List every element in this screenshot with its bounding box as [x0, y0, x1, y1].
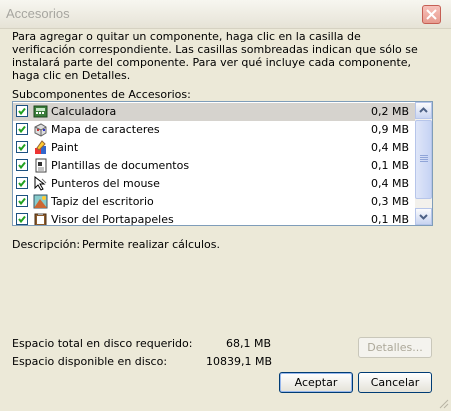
list-item[interactable]: Paint 0,4 MB [13, 139, 415, 157]
checkmark-icon [18, 143, 26, 151]
item-name: Visor del Portapapeles [51, 213, 174, 226]
scroll-up-button[interactable] [415, 102, 432, 119]
list-item[interactable]: Calculadora 0,2 MB [13, 103, 415, 121]
grip-line [420, 155, 428, 156]
list-item[interactable]: Visor del Portapapeles 0,1 MB [13, 211, 415, 226]
item-checkbox[interactable] [16, 159, 28, 171]
item-name: Tapiz del escritorio [51, 195, 154, 208]
wallpaper-icon [33, 194, 48, 209]
close-icon [426, 9, 437, 20]
list-item[interactable]: Tapiz del escritorio 0,3 MB [13, 193, 415, 211]
item-checkbox[interactable] [16, 195, 28, 207]
disk-available-label: Espacio disponible en disco: [12, 355, 168, 368]
vertical-scrollbar[interactable] [415, 102, 432, 225]
checkmark-icon [18, 161, 26, 169]
chevron-down-icon [419, 214, 428, 220]
mouse-pointer-icon [34, 176, 47, 191]
disk-required-value: 68,1 MB [226, 337, 272, 350]
accept-button[interactable]: Aceptar [279, 372, 353, 393]
item-name: Paint [51, 141, 79, 154]
title-bar: Accesorios [0, 0, 451, 29]
checkmark-icon [18, 125, 26, 133]
grip-line [420, 159, 428, 160]
list-item[interactable]: Plantillas de documentos 0,1 MB [13, 157, 415, 175]
document-template-icon [35, 158, 47, 173]
item-size: 0,4 MB [370, 177, 409, 190]
calculator-icon [33, 105, 48, 118]
clipboard-icon [34, 213, 47, 225]
item-size: 0,4 MB [370, 141, 409, 154]
item-name: Punteros del mouse [51, 177, 160, 190]
item-size: 0,9 MB [370, 123, 409, 136]
disk-required-label: Espacio total en disco requerido: [12, 337, 193, 350]
checkmark-icon [18, 215, 26, 223]
close-button[interactable] [422, 5, 441, 24]
subcomponents-list[interactable]: Calculadora 0,2 MB Mapa de caracteres 0,… [12, 101, 433, 226]
item-checkbox[interactable] [16, 105, 28, 117]
item-size: 0,2 MB [370, 105, 409, 118]
paint-icon [35, 140, 46, 154]
cancel-button[interactable]: Cancelar [358, 372, 432, 393]
list-item[interactable]: Mapa de caracteres 0,9 MB [13, 121, 415, 139]
character-map-icon [34, 123, 47, 137]
grip-line [420, 157, 428, 158]
checkmark-icon [18, 179, 26, 187]
item-checkbox[interactable] [16, 123, 28, 135]
item-checkbox[interactable] [16, 141, 28, 153]
item-name: Plantillas de documentos [51, 159, 190, 172]
scroll-down-button[interactable] [415, 208, 432, 225]
item-name: Calculadora [51, 105, 117, 118]
item-checkbox[interactable] [16, 213, 28, 225]
details-button[interactable]: Detalles... [358, 337, 432, 358]
disk-available-value: 10839,1 MB [206, 355, 273, 368]
description-value: Permite realizar cálculos. [82, 238, 220, 251]
resize-grip-icon[interactable] [439, 399, 449, 409]
scroll-thumb[interactable] [415, 120, 432, 199]
item-size: 0,1 MB [370, 213, 409, 226]
checkmark-icon [18, 197, 26, 205]
item-size: 0,1 MB [370, 159, 409, 172]
description-label: Descripción: [12, 238, 81, 251]
item-checkbox[interactable] [16, 177, 28, 189]
chevron-up-icon [419, 107, 428, 113]
checkmark-icon [18, 107, 26, 115]
item-size: 0,3 MB [370, 195, 409, 208]
grip-line [420, 161, 428, 162]
subcomponents-label: Subcomponentes de Accesorios: [12, 88, 191, 101]
intro-text: Para agregar o quitar un componente, hag… [12, 30, 418, 82]
window-title: Accesorios [6, 6, 70, 21]
accesorios-dialog: Accesorios Para agregar o quitar un comp… [0, 0, 451, 411]
item-name: Mapa de caracteres [51, 123, 160, 136]
list-item[interactable]: Punteros del mouse 0,4 MB [13, 175, 415, 193]
